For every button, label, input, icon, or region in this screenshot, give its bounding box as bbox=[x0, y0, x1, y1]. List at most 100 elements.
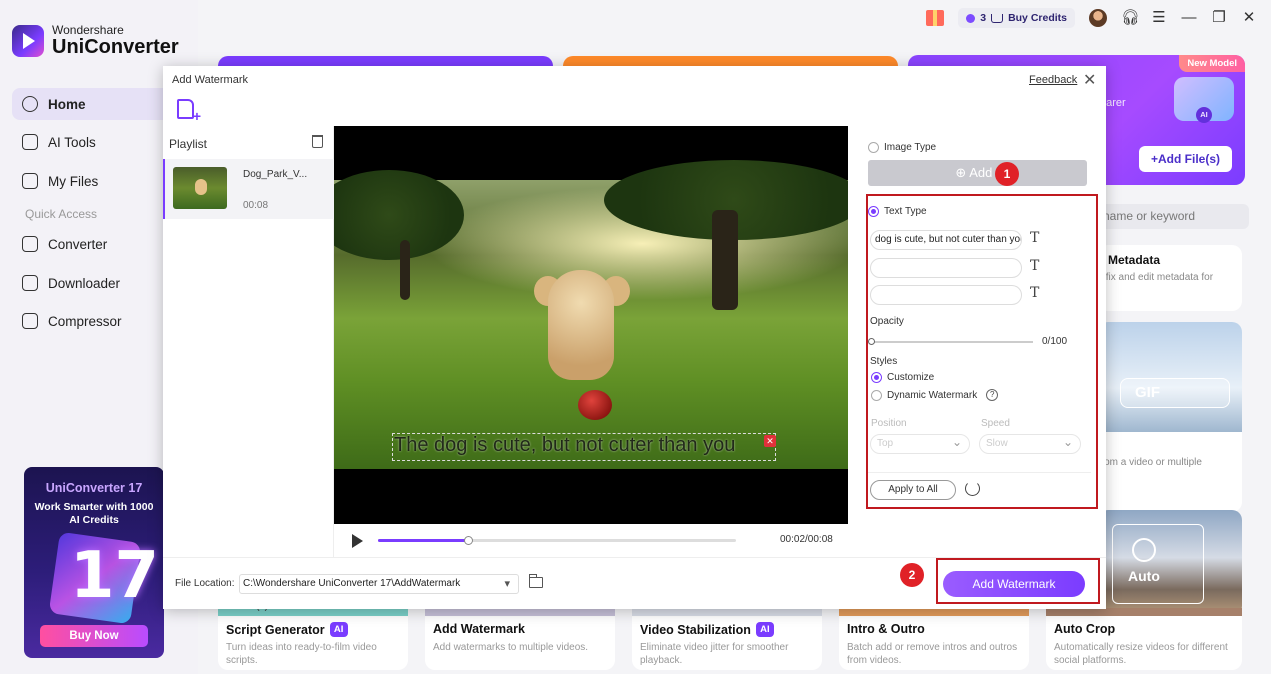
help-icon[interactable]: ? bbox=[986, 389, 999, 401]
speed-select[interactable]: Slow bbox=[979, 433, 1081, 454]
play-icon[interactable] bbox=[352, 534, 363, 548]
tool-card-desc: y fix and edit metadata for bbox=[1098, 272, 1214, 283]
tool-card-desc: Automatically resize videos for differen… bbox=[1054, 642, 1228, 666]
playlist-item[interactable]: Dog_Park_V... 00:08 bbox=[163, 159, 334, 219]
add-file-icon[interactable] bbox=[177, 99, 201, 124]
banner-card-1 bbox=[218, 56, 553, 66]
opacity-slider-handle[interactable] bbox=[868, 338, 875, 345]
ai-feature-icon bbox=[1174, 77, 1234, 123]
credits-count: 3 bbox=[980, 12, 987, 24]
tool-card-metadata[interactable]: a Metadata y fix and edit metadata for bbox=[1098, 245, 1242, 311]
files-icon bbox=[22, 173, 38, 189]
tool-card-title: Intro & Outro bbox=[847, 622, 925, 636]
tool-card-add-watermark[interactable]: Add Watermark Add watermarks to multiple… bbox=[425, 608, 615, 670]
watermark-text-input-1[interactable]: dog is cute, but not cuter than you bbox=[870, 230, 1022, 250]
font-settings-icon[interactable]: T bbox=[1030, 285, 1039, 301]
tool-card-title: Add Watermark bbox=[433, 622, 525, 636]
sidebar-item-converter[interactable]: Converter bbox=[12, 228, 176, 260]
divider bbox=[868, 472, 1091, 473]
tool-card-title: Video Stabilization AI bbox=[640, 622, 774, 637]
credits-pill[interactable]: 3 Buy Credits bbox=[958, 8, 1075, 28]
sidebar-item-home[interactable]: Home bbox=[12, 88, 176, 120]
tool-card-video-stabilization[interactable]: Video Stabilization AI Eliminate video ji… bbox=[632, 608, 822, 670]
playlist-item-duration: 00:08 bbox=[243, 200, 269, 211]
sidebar-item-my-files[interactable]: My Files bbox=[12, 165, 176, 197]
home-icon bbox=[22, 96, 38, 112]
add-watermark-button[interactable]: Add Watermark bbox=[943, 571, 1085, 597]
dog bbox=[548, 270, 614, 380]
sidebar-item-downloader[interactable]: Downloader bbox=[12, 267, 176, 299]
opacity-slider[interactable] bbox=[868, 338, 1033, 345]
tree-trunk bbox=[712, 210, 738, 310]
tool-card-intro-outro[interactable]: Intro & Outro Batch add or remove intros… bbox=[839, 608, 1029, 670]
gift-icon[interactable] bbox=[926, 10, 945, 26]
style-dynamic-option[interactable]: Dynamic Watermark ? bbox=[871, 389, 999, 401]
tool-card-title: a Metadata bbox=[1098, 253, 1161, 267]
dynamic-watermark-radio[interactable] bbox=[871, 389, 882, 401]
sidebar-item-label: Compressor bbox=[48, 313, 122, 329]
restore-icon[interactable]: ❐ bbox=[1211, 10, 1227, 26]
tool-card-desc: Add watermarks to multiple videos. bbox=[433, 642, 589, 653]
watermark-text-input-3[interactable] bbox=[870, 285, 1022, 305]
tool-card-desc: Eliminate video jitter for smoother play… bbox=[640, 642, 789, 666]
ai-badge: AI bbox=[329, 622, 348, 637]
playlist-heading: Playlist bbox=[169, 137, 208, 151]
tool-card-auto[interactable]: Auto bbox=[1098, 510, 1242, 616]
timeline-scrubber[interactable] bbox=[378, 536, 736, 545]
top-bar: 3 Buy Credits 🎧︎ ☰ — ❐ ✕ bbox=[926, 8, 1257, 28]
add-image-button[interactable]: ⊕ Add I bbox=[868, 160, 1087, 186]
watermark-text-input-2[interactable] bbox=[870, 258, 1022, 278]
watermark-settings-panel: Image Type ⊕ Add I Text Type dog is cute… bbox=[848, 126, 1106, 557]
brand-line-2: UniConverter bbox=[52, 36, 179, 58]
sidebar-item-compressor[interactable]: Compressor bbox=[12, 305, 176, 337]
file-location-label: File Location: bbox=[175, 578, 235, 589]
apply-to-all-button[interactable]: Apply to All bbox=[870, 480, 956, 500]
dialog-title: Add Watermark bbox=[172, 74, 249, 86]
tool-card-script-generator[interactable]: Script Generator AI Turn ideas into ready… bbox=[218, 608, 408, 670]
text-type-option[interactable]: Text Type bbox=[868, 206, 927, 217]
tool-card-auto-crop[interactable]: Auto Crop Automatically resize videos fo… bbox=[1046, 608, 1242, 670]
customize-radio[interactable] bbox=[871, 372, 882, 383]
card-thumbnail-strip bbox=[632, 608, 822, 616]
avatar[interactable] bbox=[1089, 9, 1107, 27]
trash-icon[interactable] bbox=[312, 135, 323, 148]
dialog-footer: File Location: C:\Wondershare UniConvert… bbox=[163, 557, 1106, 609]
tool-card-title-text: Video Stabilization bbox=[640, 622, 751, 637]
downloader-icon bbox=[22, 275, 38, 291]
credit-icon bbox=[966, 13, 976, 23]
step-marker-1: 1 bbox=[995, 162, 1019, 186]
font-settings-icon[interactable]: T bbox=[1030, 230, 1039, 246]
headset-icon[interactable]: 🎧︎ bbox=[1121, 10, 1140, 26]
image-type-label: Image Type bbox=[884, 142, 937, 153]
quick-access-heading: Quick Access bbox=[25, 207, 98, 221]
close-icon[interactable]: ✕ bbox=[1083, 70, 1096, 90]
image-type-radio[interactable] bbox=[868, 142, 879, 153]
feedback-link[interactable]: Feedback bbox=[1029, 74, 1077, 86]
auto-thumbnail: Auto bbox=[1098, 510, 1242, 616]
buy-now-button[interactable]: Buy Now bbox=[40, 625, 148, 647]
position-select[interactable]: Top bbox=[870, 433, 970, 454]
auto-label: Auto bbox=[1128, 568, 1160, 584]
sidebar-item-ai-tools[interactable]: AI Tools bbox=[12, 126, 176, 158]
add-files-button[interactable]: +Add File(s) bbox=[1139, 146, 1232, 172]
folder-icon[interactable] bbox=[528, 574, 543, 588]
video-preview[interactable]: The dog is cute, but not cuter than you … bbox=[334, 126, 848, 524]
search-input[interactable]: name or keyword bbox=[1085, 204, 1249, 229]
tool-card-gif[interactable]: GIF r from a video or multiple bbox=[1098, 322, 1242, 512]
step-marker-2: 2 bbox=[900, 563, 924, 587]
image-type-option[interactable]: Image Type bbox=[868, 142, 936, 153]
sidebar-item-label: My Files bbox=[48, 173, 99, 189]
tool-card-title-text: Auto Crop bbox=[1054, 622, 1116, 636]
style-customize-option[interactable]: Customize bbox=[871, 372, 934, 383]
window-close-icon[interactable]: ✕ bbox=[1241, 10, 1257, 26]
text-type-radio[interactable] bbox=[868, 206, 879, 217]
file-location-select[interactable]: C:\Wondershare UniConverter 17\AddWaterm… bbox=[239, 574, 519, 594]
watermark-text[interactable]: The dog is cute, but not cuter than you bbox=[394, 434, 735, 457]
reset-icon[interactable] bbox=[965, 481, 980, 496]
minimize-icon[interactable]: — bbox=[1181, 10, 1197, 26]
timeline-handle[interactable] bbox=[463, 536, 473, 545]
gif-thumbnail: GIF bbox=[1106, 322, 1242, 432]
menu-icon[interactable]: ☰ bbox=[1151, 10, 1167, 26]
font-settings-icon[interactable]: T bbox=[1030, 258, 1039, 274]
watermark-delete-icon[interactable]: ✕ bbox=[764, 435, 776, 447]
